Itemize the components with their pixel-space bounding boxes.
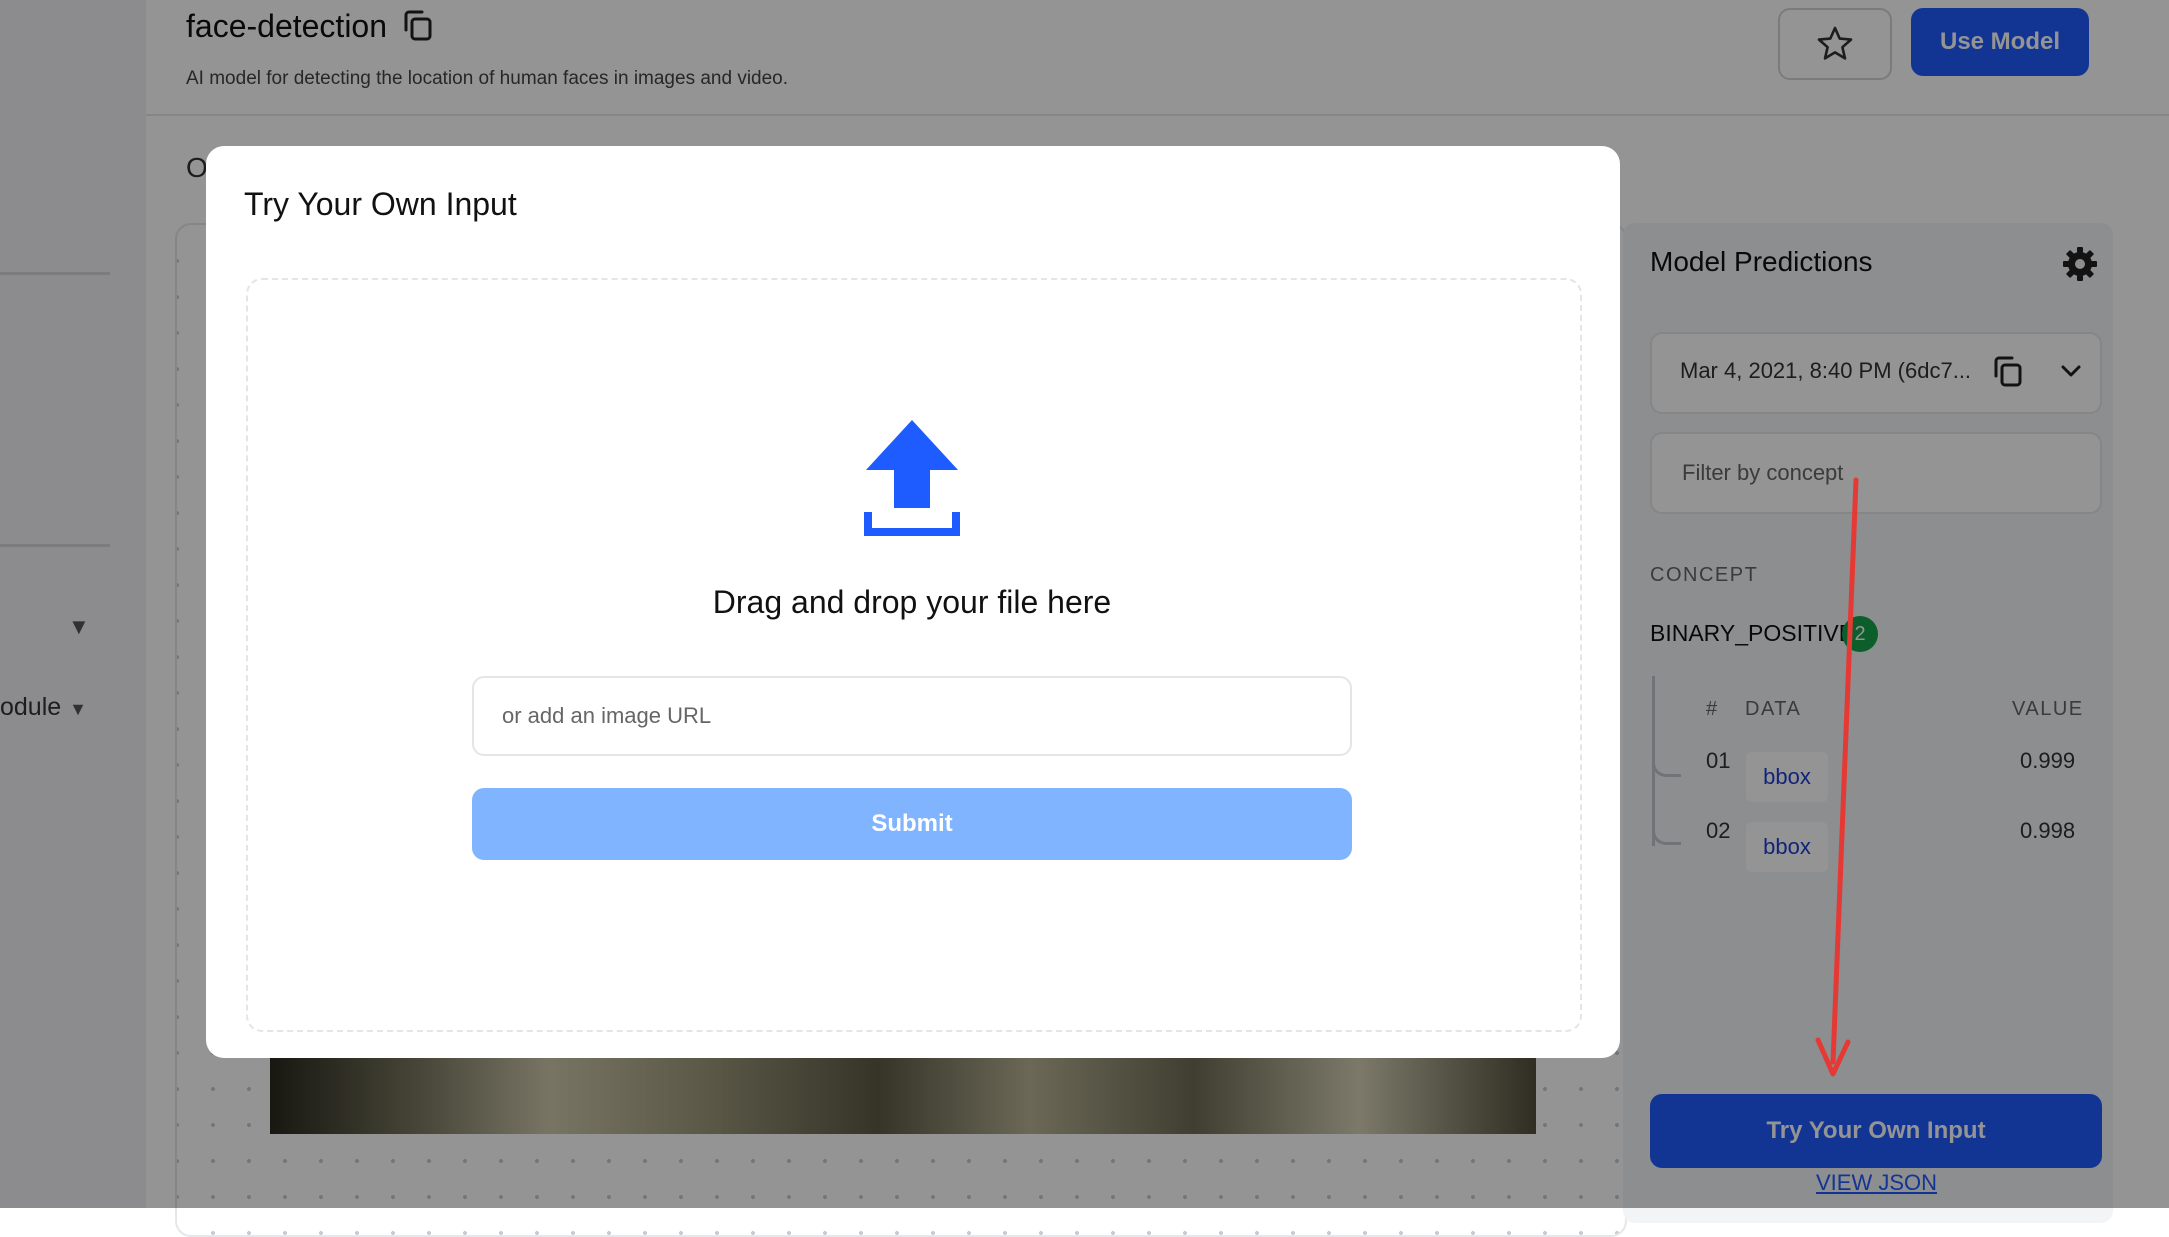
dropzone-text: Drag and drop your file here xyxy=(712,584,1112,620)
upload-icon xyxy=(864,418,960,538)
upload-icon-graphic xyxy=(864,420,960,536)
annotation-arrow xyxy=(1800,470,1880,1090)
file-dropzone[interactable] xyxy=(246,278,1582,1032)
arrow-graphic xyxy=(1815,477,1859,1077)
modal-title: Try Your Own Input xyxy=(244,186,517,222)
image-url-input[interactable] xyxy=(472,676,1352,756)
submit-button[interactable]: Submit xyxy=(472,788,1352,860)
